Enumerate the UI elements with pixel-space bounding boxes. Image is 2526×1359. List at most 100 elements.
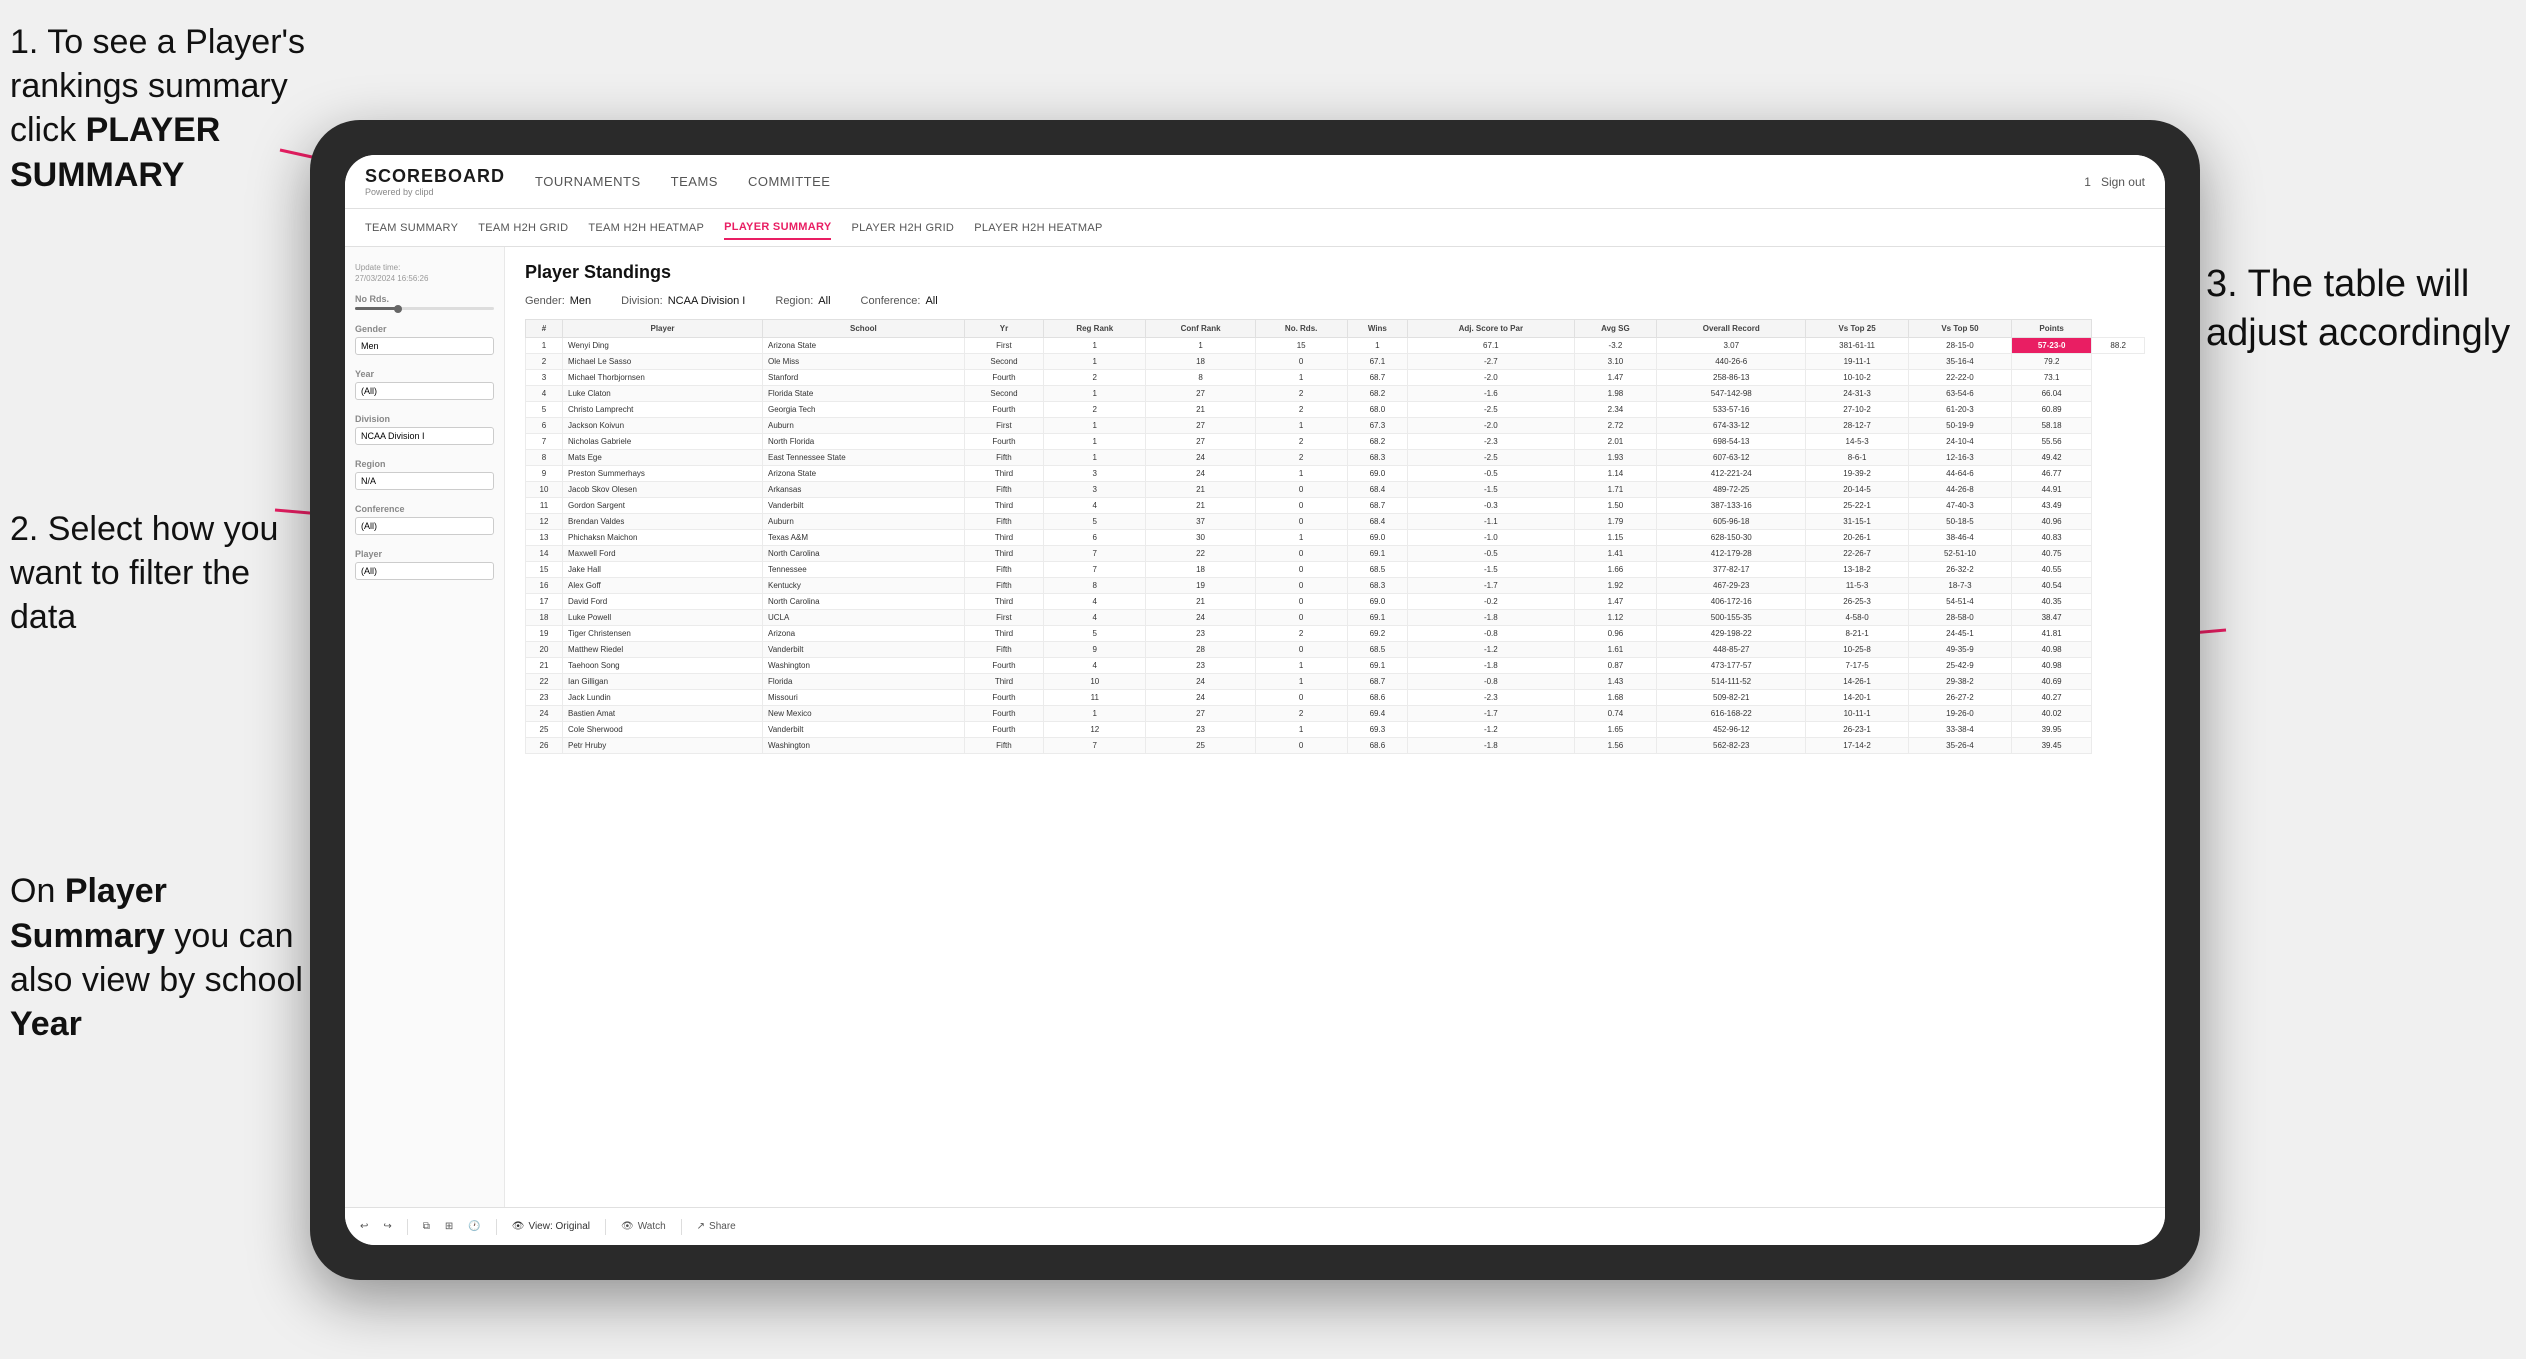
cell-value: Fifth	[964, 514, 1043, 530]
share-btn[interactable]: ↗ Share	[697, 1221, 736, 1232]
cell-player-name: Luke Claton	[563, 386, 763, 402]
cell-value: 88.2	[2092, 338, 2145, 354]
cell-value: 25-22-1	[1806, 498, 1909, 514]
col-points: Points	[2011, 320, 2091, 338]
cell-value: 1	[1255, 658, 1347, 674]
year-select[interactable]: (All)	[355, 382, 494, 400]
grid-btn[interactable]: ⊞	[445, 1221, 453, 1232]
cell-value: 18-7-3	[1909, 578, 2012, 594]
table-row: 15Jake HallTennesseeFifth718068.5-1.51.6…	[526, 562, 2145, 578]
sub-nav-team-h2h-heatmap[interactable]: TEAM H2H HEATMAP	[588, 217, 704, 239]
cell-value: -3.2	[1574, 338, 1657, 354]
cell-value: 533-57-16	[1657, 402, 1806, 418]
cell-value: 40.27	[2011, 690, 2091, 706]
sub-nav-player-summary[interactable]: PLAYER SUMMARY	[724, 216, 831, 240]
toolbar-sep1	[407, 1219, 408, 1235]
region-select[interactable]: N/A	[355, 472, 494, 490]
cell-value: 2.72	[1574, 418, 1657, 434]
table-row: 13Phichaksn MaichonTexas A&MThird630169.…	[526, 530, 2145, 546]
cell-value: 13	[526, 530, 563, 546]
cell-value: 68.7	[1347, 674, 1408, 690]
cell-value: 44-64-6	[1909, 466, 2012, 482]
cell-value: Third	[964, 466, 1043, 482]
cell-player-name: Michael Thorbjornsen	[563, 370, 763, 386]
table-row: 2Michael Le SassoOle MissSecond118067.1-…	[526, 354, 2145, 370]
clock-btn[interactable]: 🕐	[468, 1221, 480, 1232]
cell-value: 58.18	[2011, 418, 2091, 434]
cell-school: North Carolina	[762, 594, 964, 610]
cell-value: 0	[1255, 578, 1347, 594]
cell-value: -1.7	[1408, 578, 1574, 594]
division-select[interactable]: NCAA Division I	[355, 427, 494, 445]
cell-value: 17-14-2	[1806, 738, 1909, 754]
conference-select[interactable]: (All)	[355, 517, 494, 535]
cell-value: 20-14-5	[1806, 482, 1909, 498]
cell-player-name: Preston Summerhays	[563, 466, 763, 482]
cell-value: 20	[526, 642, 563, 658]
cell-value: 1	[1255, 530, 1347, 546]
cell-value: 1.14	[1574, 466, 1657, 482]
cell-value: 24	[1146, 466, 1255, 482]
cell-school: Kentucky	[762, 578, 964, 594]
nav-teams[interactable]: TEAMS	[671, 169, 718, 194]
cell-value: 1	[1044, 386, 1146, 402]
sub-nav-team-h2h-grid[interactable]: TEAM H2H GRID	[478, 217, 568, 239]
cell-value: 12	[1044, 722, 1146, 738]
cell-value: 26	[526, 738, 563, 754]
sub-nav-player-h2h-grid[interactable]: PLAYER H2H GRID	[851, 217, 954, 239]
col-rank: #	[526, 320, 563, 338]
cell-value: -1.8	[1408, 738, 1574, 754]
cell-value: 0.74	[1574, 706, 1657, 722]
cell-value: 6	[526, 418, 563, 434]
cell-school: Washington	[762, 738, 964, 754]
cell-value: 0	[1255, 642, 1347, 658]
cell-value: 18	[1146, 354, 1255, 370]
cell-value: 1.65	[1574, 722, 1657, 738]
sub-nav-player-h2h-heatmap[interactable]: PLAYER H2H HEATMAP	[974, 217, 1102, 239]
cell-value: 68.4	[1347, 514, 1408, 530]
watch-icon: 👁	[621, 1221, 634, 1232]
cell-value: Fifth	[964, 738, 1043, 754]
cell-value: 27-10-2	[1806, 402, 1909, 418]
cell-value: 10-25-8	[1806, 642, 1909, 658]
cell-value: 1	[1044, 450, 1146, 466]
cell-player-name: Christo Lamprecht	[563, 402, 763, 418]
logo-sub: Powered by clipd	[365, 187, 505, 197]
watch-btn[interactable]: 👁 Watch	[621, 1221, 666, 1232]
table-row: 22Ian GilliganFloridaThird1024168.7-0.81…	[526, 674, 2145, 690]
cell-player-name: Bastien Amat	[563, 706, 763, 722]
nav-tournaments[interactable]: TOURNAMENTS	[535, 169, 641, 194]
player-select[interactable]: (All)	[355, 562, 494, 580]
cell-school: Arizona State	[762, 338, 964, 354]
rds-slider[interactable]	[355, 307, 494, 310]
sign-out-link[interactable]: Sign out	[2101, 175, 2145, 189]
cell-value: 9	[1044, 642, 1146, 658]
cell-value: 69.0	[1347, 466, 1408, 482]
cell-value: -2.7	[1408, 354, 1574, 370]
cell-school: Vanderbilt	[762, 498, 964, 514]
cell-value: 60.89	[2011, 402, 2091, 418]
undo-btn[interactable]: ↩	[360, 1221, 368, 1232]
cell-value: Fourth	[964, 402, 1043, 418]
redo-btn[interactable]: ↪	[383, 1221, 391, 1232]
sub-nav-team-summary[interactable]: TEAM SUMMARY	[365, 217, 458, 239]
cell-value: 1.43	[1574, 674, 1657, 690]
cell-value: 47-40-3	[1909, 498, 2012, 514]
cell-value: 0	[1255, 610, 1347, 626]
copy-btn[interactable]: ⧉	[423, 1221, 430, 1232]
cell-value: 73.1	[2011, 370, 2091, 386]
table-row: 8Mats EgeEast Tennessee StateFifth124268…	[526, 450, 2145, 466]
player-standings-table: # Player School Yr Reg Rank Conf Rank No…	[525, 319, 2145, 754]
cell-player-name: Taehoon Song	[563, 658, 763, 674]
main-content: Update time: 27/03/2024 16:56:26 No Rds.…	[345, 247, 2165, 1207]
gender-select[interactable]: Men	[355, 337, 494, 355]
view-original[interactable]: 👁 View: Original	[512, 1221, 590, 1232]
cell-value: 7	[1044, 738, 1146, 754]
cell-value: 15	[1255, 338, 1347, 354]
cell-value: 40.83	[2011, 530, 2091, 546]
cell-value: Fifth	[964, 578, 1043, 594]
nav-committee[interactable]: COMMITTEE	[748, 169, 831, 194]
cell-value: 3	[1044, 466, 1146, 482]
cell-value: -1.0	[1408, 530, 1574, 546]
cell-value: 44.91	[2011, 482, 2091, 498]
